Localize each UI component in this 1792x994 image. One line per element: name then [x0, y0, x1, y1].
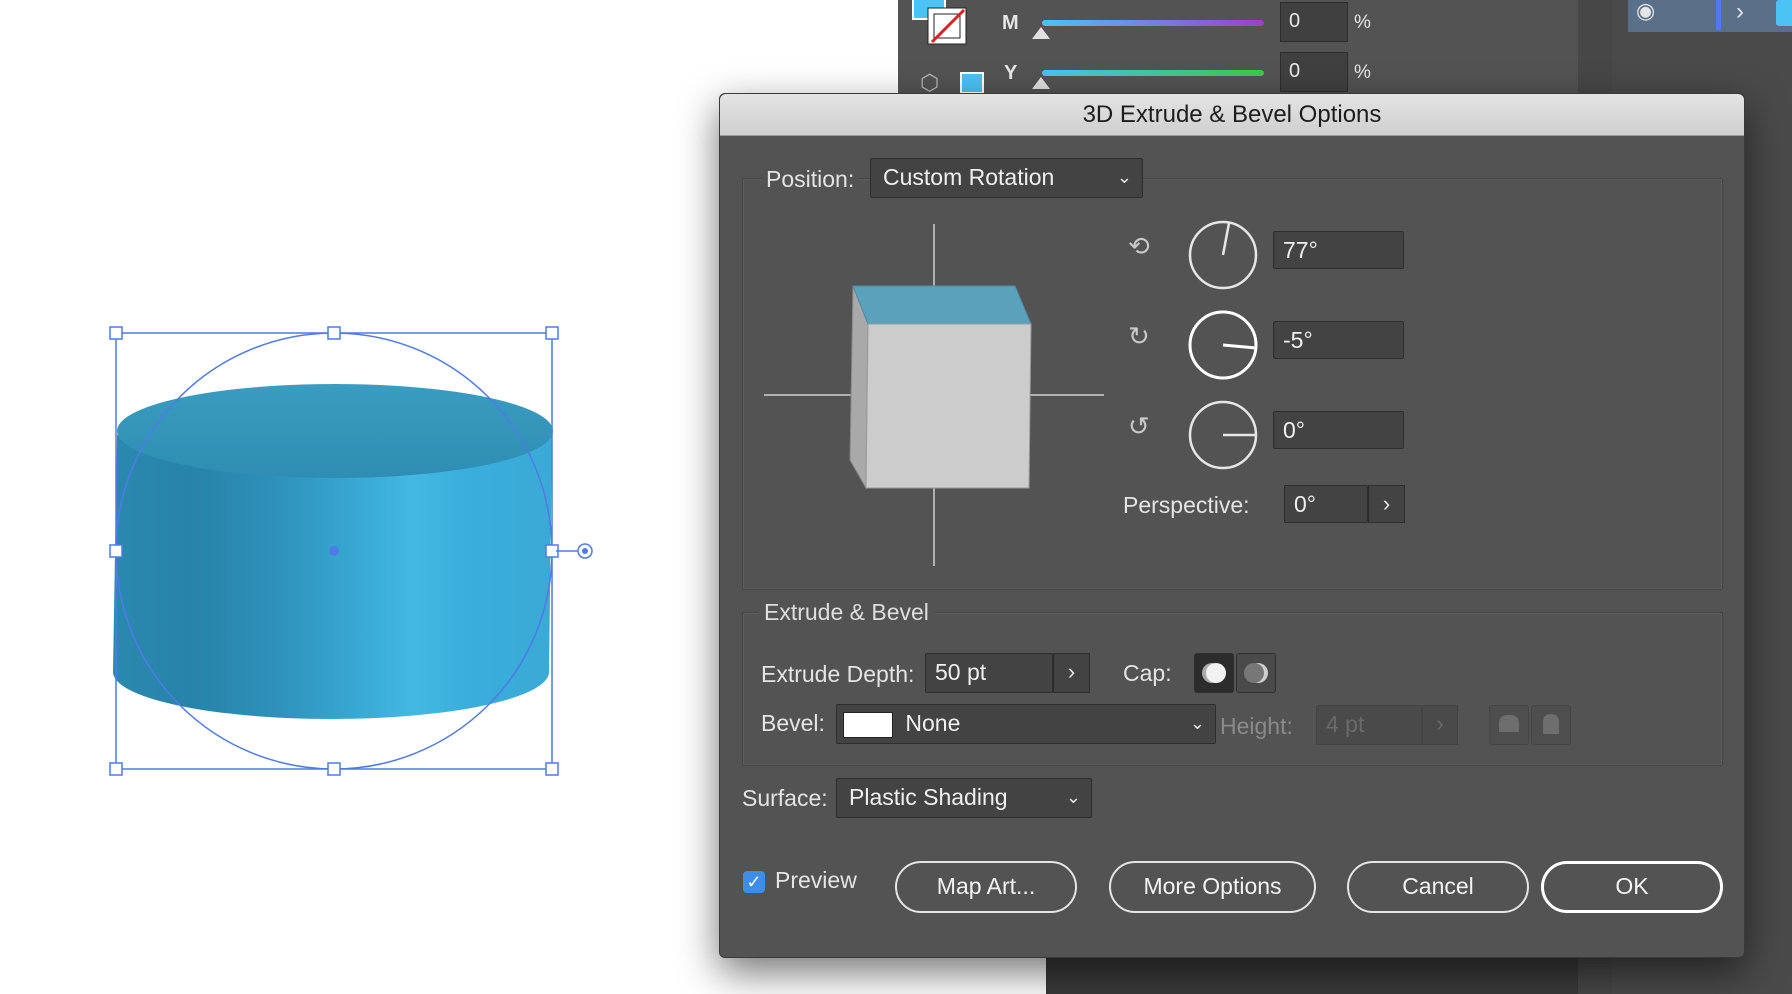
chevron-down-icon: ⌄	[1189, 713, 1205, 733]
extrude-depth-input[interactable]: 50 pt	[925, 653, 1053, 693]
handle-top-right[interactable]	[545, 326, 559, 340]
handle-top-center[interactable]	[327, 326, 341, 340]
bevel-dropdown-value: None	[905, 710, 961, 736]
stroke-none-swatch[interactable]	[926, 6, 970, 46]
extrude-bevel-legend: Extrude & Bevel	[758, 599, 935, 626]
position-dropdown-value: Custom Rotation	[883, 164, 1055, 190]
handle-bottom-right[interactable]	[545, 762, 559, 776]
position-label: Position:	[762, 166, 859, 193]
handle-bottom-center[interactable]	[327, 762, 341, 776]
perspective-stepper[interactable]: ›	[1368, 485, 1405, 523]
rotate-z-axis-icon: ↺	[1128, 411, 1150, 441]
channel-label-m: M	[1002, 12, 1019, 34]
cap-on-icon	[1202, 663, 1226, 683]
channel-label-y: Y	[1004, 62, 1018, 84]
chevron-down-icon: ⌄	[1116, 167, 1132, 187]
bevel-preview-swatch	[843, 711, 893, 738]
preview-label[interactable]: Preview	[775, 867, 857, 894]
m-slider[interactable]	[1042, 20, 1264, 26]
track-cube-preview[interactable]	[764, 224, 1104, 566]
m-percent-label: %	[1354, 12, 1371, 33]
handle-bottom-left[interactable]	[109, 762, 123, 776]
bevel-extent-out-button[interactable]	[1489, 705, 1529, 745]
cap-on-button[interactable]	[1194, 653, 1234, 693]
height-label: Height:	[1220, 713, 1293, 739]
position-dropdown[interactable]: Custom Rotation ⌄	[870, 158, 1143, 198]
chevron-right-icon[interactable]: ›	[1736, 0, 1744, 26]
cylinder-top[interactable]	[117, 384, 553, 478]
bevel-dropdown[interactable]: None ⌄	[836, 704, 1216, 744]
layer-thumbnail	[1776, 0, 1792, 26]
x-rotation-dial[interactable]	[1187, 219, 1259, 291]
bevel-label: Bevel:	[761, 710, 825, 736]
rotate-handle-icon[interactable]	[577, 543, 593, 559]
dialog-title[interactable]: 3D Extrude & Bevel Options	[720, 94, 1744, 136]
y-rotation-input[interactable]: -5°	[1273, 321, 1404, 359]
z-rotation-dial[interactable]	[1187, 399, 1259, 471]
x-rotation-input[interactable]: 77°	[1273, 231, 1404, 269]
artboard-canvas[interactable]	[0, 0, 720, 994]
extrude-depth-stepper[interactable]: ›	[1053, 653, 1090, 693]
center-point	[329, 546, 339, 556]
m-value-input[interactable]: 0	[1280, 2, 1348, 42]
small-fill-swatch[interactable]	[960, 72, 984, 94]
more-options-button[interactable]: More Options	[1109, 861, 1316, 913]
ok-button[interactable]: OK	[1541, 861, 1723, 913]
z-rotation-input[interactable]: 0°	[1273, 411, 1404, 449]
y-value-input[interactable]: 0	[1280, 52, 1348, 92]
perspective-input[interactable]: 0°	[1284, 485, 1368, 523]
bevel-in-icon	[1543, 714, 1559, 734]
layer-color-strip	[1716, 0, 1721, 30]
bevel-extent-in-button[interactable]	[1531, 705, 1571, 745]
y-slider[interactable]	[1042, 70, 1264, 76]
perspective-label: Perspective:	[1123, 492, 1250, 518]
cancel-button[interactable]: Cancel	[1347, 861, 1529, 913]
chevron-down-icon: ⌄	[1065, 787, 1081, 807]
eye-icon[interactable]: ◉	[1636, 0, 1655, 22]
m-slider-thumb[interactable]	[1032, 27, 1050, 39]
cap-off-button[interactable]	[1236, 653, 1276, 693]
handle-middle-left[interactable]	[109, 544, 123, 558]
bevel-out-icon	[1499, 715, 1519, 732]
handle-top-left[interactable]	[109, 326, 123, 340]
y-percent-label: %	[1354, 62, 1371, 83]
cap-label: Cap:	[1123, 660, 1172, 686]
extrude-depth-label: Extrude Depth:	[761, 661, 915, 687]
rotate-y-axis-icon: ↻	[1128, 321, 1150, 351]
extrude-bevel-dialog: 3D Extrude & Bevel Options Position: Cus…	[719, 93, 1745, 958]
surface-dropdown-value: Plastic Shading	[849, 784, 1008, 810]
preview-checkbox[interactable]: ✓	[743, 871, 765, 893]
y-rotation-dial[interactable]	[1187, 309, 1259, 381]
height-input[interactable]: 4 pt	[1316, 705, 1422, 745]
y-slider-thumb[interactable]	[1032, 77, 1050, 89]
height-stepper[interactable]: ›	[1422, 705, 1458, 745]
surface-label: Surface:	[742, 785, 828, 811]
cap-off-icon	[1244, 663, 1268, 683]
map-art-button[interactable]: Map Art...	[895, 861, 1077, 913]
surface-dropdown[interactable]: Plastic Shading ⌄	[836, 778, 1092, 818]
rotate-x-axis-icon: ⟲	[1128, 231, 1150, 261]
